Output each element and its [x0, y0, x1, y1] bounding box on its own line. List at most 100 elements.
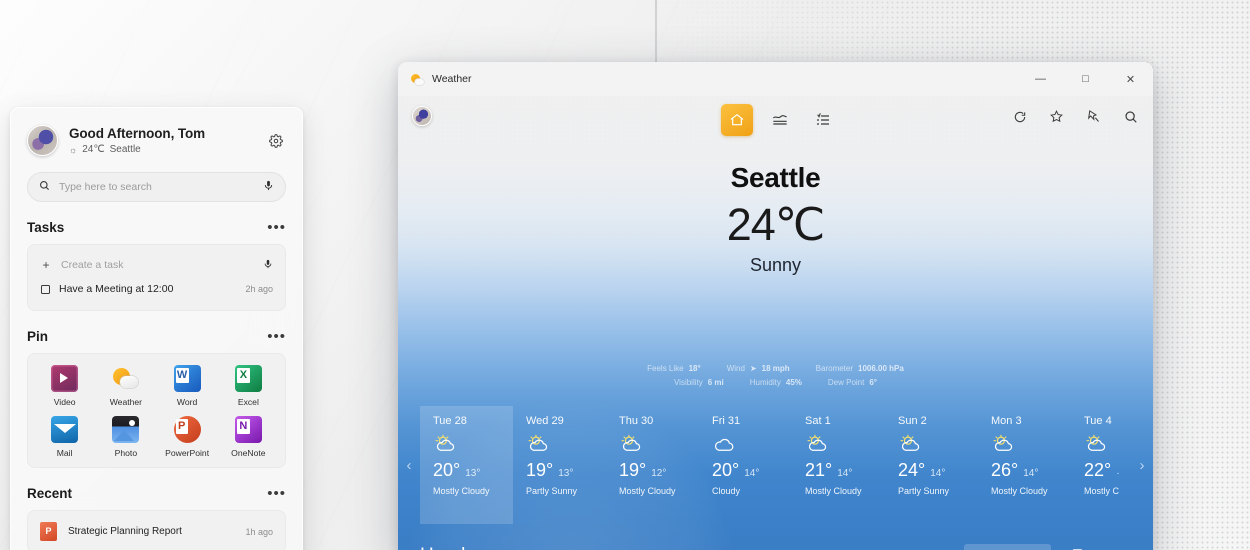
weather-nav	[721, 104, 839, 136]
sun-cloud-icon	[526, 434, 606, 456]
tasks-more-button[interactable]: •••	[267, 220, 286, 235]
metric-key: Humidity	[749, 378, 781, 387]
forecast-condition: Cloudy	[712, 486, 741, 496]
summary-button[interactable]: Summary	[964, 544, 1052, 550]
task-item[interactable]: Have a Meeting at 12:00 2h ago	[40, 278, 273, 300]
forecast-day-name: Tue 4	[1084, 415, 1112, 427]
pin-icon[interactable]	[1085, 108, 1102, 125]
pin-app-weather[interactable]: Weather	[95, 365, 156, 407]
nav-historical-button[interactable]	[807, 104, 839, 136]
window-titlebar: Weather — □ ✕	[398, 62, 1153, 96]
metric-dew-point: Dew Point 6°	[828, 378, 877, 387]
forecast-low: 14°	[1023, 468, 1039, 479]
checkbox-icon[interactable]	[41, 284, 50, 294]
recent-title: Recent	[27, 486, 73, 501]
video-icon	[51, 365, 79, 392]
pin-app-word[interactable]: Word	[157, 365, 218, 407]
forecast-day-card[interactable]: Wed 29 19° 13° Partly Sunny	[513, 406, 606, 524]
forecast-high: 21°	[805, 460, 833, 480]
pin-title: Pin	[27, 329, 49, 344]
metric-feels-like: Feels Like 18°	[647, 364, 701, 373]
mic-icon[interactable]	[263, 258, 273, 273]
forecast-high: 20°	[433, 460, 461, 480]
metric-value: 1006.00 hPa	[858, 364, 904, 373]
greeting-city: Seattle	[109, 144, 141, 155]
search-input[interactable]: Type here to search	[27, 172, 286, 202]
nav-forecast-button[interactable]	[721, 104, 753, 136]
forecast-day-name: Sun 2	[898, 415, 927, 427]
forecast-day-name: Fri 31	[712, 415, 741, 427]
pin-app-label: Mail	[56, 448, 73, 458]
pin-app-label: Weather	[109, 397, 143, 407]
current-metrics: Feels Like 18° Wind ➤ 18 mph Barometer 1…	[398, 364, 1153, 392]
forecast-day-card[interactable]: Sat 1 21° 14° Mostly Cloudy	[792, 406, 885, 524]
weather-content: Seattle 24℃ Sunny Feels Like 18° Wind ➤ …	[398, 96, 1153, 550]
current-condition: Sunny	[749, 255, 802, 275]
search-icon[interactable]	[1122, 108, 1139, 125]
pin-app-excel[interactable]: Excel	[218, 365, 279, 407]
pin-app-label: Video	[53, 397, 76, 407]
pin-app-label: PowerPoint	[165, 448, 210, 458]
details-button[interactable]: Details	[1061, 544, 1135, 550]
forecast-day-card[interactable]: Tue 28 20° 13° Mostly Cloudy	[420, 406, 513, 524]
forecast-days: Tue 28 20° 13° Mostly Cloudy Wed 29 19° …	[420, 406, 1131, 524]
metric-value: 45%	[785, 378, 802, 387]
forecast-temps: 21° 14°	[805, 460, 885, 481]
pin-app-powerpoint[interactable]: PowerPoint	[157, 416, 218, 458]
globe-icon[interactable]	[412, 106, 432, 126]
close-button[interactable]: ✕	[1108, 62, 1153, 96]
pin-app-video[interactable]: Video	[34, 365, 95, 407]
recent-more-button[interactable]: •••	[267, 486, 286, 501]
forecast-temps: 20° 13°	[433, 460, 513, 481]
minimize-button[interactable]: —	[1018, 62, 1063, 96]
metric-value: 6°	[869, 378, 878, 387]
recent-item[interactable]: Strategic Planning Report 1h ago	[40, 522, 273, 541]
photo-icon	[112, 416, 140, 443]
cloud-icon	[712, 434, 792, 456]
forecast-prev-button[interactable]: ‹	[398, 406, 420, 524]
forecast-temps: 24° 14°	[898, 460, 978, 481]
metric-value: 6 mi	[707, 378, 724, 387]
forecast-low: 14°	[930, 468, 946, 479]
forecast-condition: Mostly Cloudy	[433, 486, 490, 496]
refresh-icon[interactable]	[1011, 108, 1028, 125]
window-controls: — □ ✕	[1018, 62, 1153, 96]
star-icon[interactable]	[1048, 108, 1065, 125]
weather-icon	[411, 73, 424, 86]
forecast-condition: Partly Sunny	[526, 486, 578, 496]
forecast-day-card[interactable]: Sun 2 24° 14° Partly Sunny	[885, 406, 978, 524]
powerpoint-file-icon	[40, 522, 57, 541]
task-time: 2h ago	[245, 284, 273, 294]
weather-toolbar	[1011, 108, 1139, 125]
forecast-high: 24°	[898, 460, 926, 480]
forecast-day-card[interactable]: Fri 31 20° 14° Cloudy	[699, 406, 792, 524]
maximize-button[interactable]: □	[1063, 62, 1108, 96]
forecast-low: 13°	[465, 468, 481, 479]
wind-arrow-icon: ➤	[749, 364, 757, 373]
forecast-temps: 19° 12°	[619, 460, 699, 481]
create-task-row[interactable]: + Create a task	[40, 255, 273, 275]
sun-icon: ☼	[69, 144, 78, 155]
plus-icon: +	[42, 258, 50, 272]
pin-app-label: Photo	[114, 448, 138, 458]
pin-app-onenote[interactable]: OneNote	[218, 416, 279, 458]
forecast-day-card[interactable]: Tue 4 22° · Mostly C	[1071, 406, 1131, 524]
pin-app-mail[interactable]: Mail	[34, 416, 95, 458]
forecast-day-card[interactable]: Thu 30 19° 12° Mostly Cloudy	[606, 406, 699, 524]
forecast-high: 19°	[526, 460, 554, 480]
forecast-day-card[interactable]: Mon 3 26° 14° Mostly Cloudy	[978, 406, 1071, 524]
weather-window: Weather — □ ✕ Seattle 24℃ Sunny Feels Li…	[398, 62, 1153, 550]
sun-cloud-icon	[619, 434, 699, 456]
forecast-high: 26°	[991, 460, 1019, 480]
pin-app-label: OneNote	[231, 448, 266, 458]
recent-item-name: Strategic Planning Report	[68, 526, 182, 537]
gear-icon[interactable]	[266, 131, 286, 151]
forecast-next-button[interactable]: ›	[1131, 406, 1153, 524]
metric-barometer: Barometer 1006.00 hPa	[816, 364, 904, 373]
pin-more-button[interactable]: •••	[267, 329, 286, 344]
avatar[interactable]	[27, 125, 58, 156]
mic-icon[interactable]	[263, 179, 274, 195]
pin-app-photo[interactable]: Photo	[95, 416, 156, 458]
greeting-temp: 24℃	[82, 144, 105, 155]
nav-maps-button[interactable]	[764, 104, 796, 136]
